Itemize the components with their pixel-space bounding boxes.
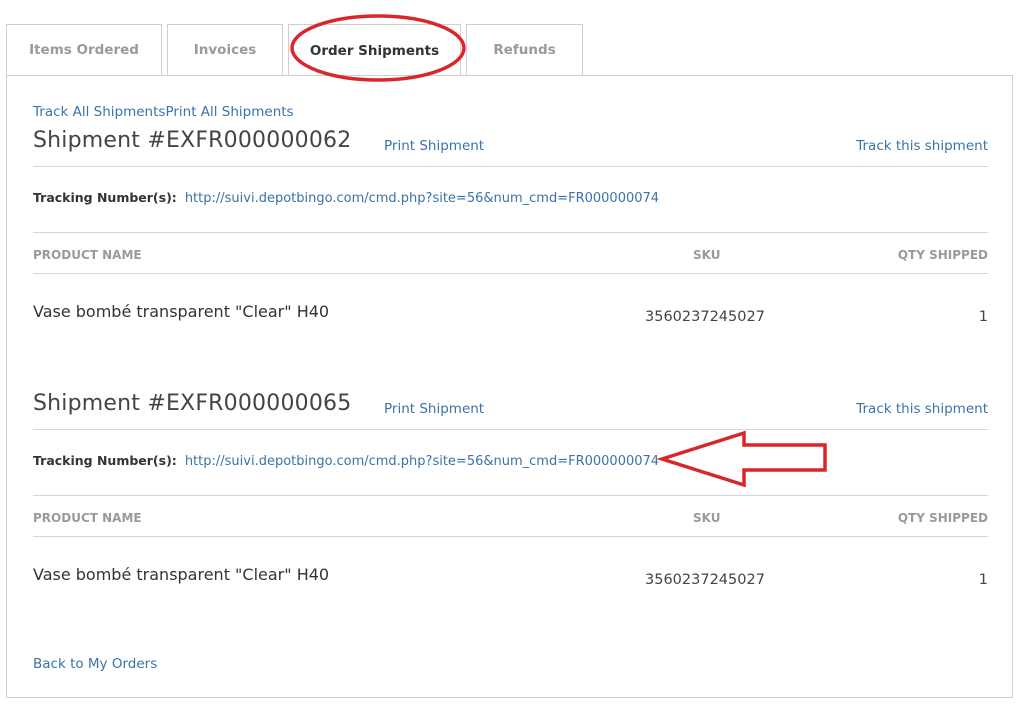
tab-order-shipments[interactable]: Order Shipments <box>288 24 461 76</box>
column-header-product: PRODUCT NAME <box>33 511 142 525</box>
tab-label: Order Shipments <box>309 42 440 59</box>
tracking-row: Tracking Number(s): http://suivi.depotbin… <box>33 190 659 206</box>
tracking-row: Tracking Number(s): http://suivi.depotbin… <box>33 453 659 469</box>
divider <box>33 232 988 233</box>
track-all-shipments-link[interactable]: Track All Shipments <box>33 104 165 120</box>
track-shipment-link[interactable]: Track this shipment <box>856 401 988 417</box>
shipment-title: Shipment #EXFR000000062 <box>33 128 352 153</box>
product-sku: 3560237245027 <box>645 309 765 325</box>
shipments-panel: Track All ShipmentsPrint All Shipments S… <box>6 75 1013 698</box>
tab-items-ordered[interactable]: Items Ordered <box>6 24 162 75</box>
print-all-shipments-link[interactable]: Print All Shipments <box>165 104 293 120</box>
tracking-label: Tracking Number(s): <box>33 453 177 468</box>
qty-shipped: 1 <box>978 572 988 588</box>
divider <box>33 536 988 537</box>
column-header-qty: QTY SHIPPED <box>897 511 988 525</box>
product-name: Vase bombé transparent "Clear" H40 <box>33 565 330 584</box>
column-header-sku: SKU <box>693 248 721 262</box>
divider <box>33 429 988 430</box>
back-to-orders-link[interactable]: Back to My Orders <box>33 656 157 672</box>
track-shipment-link[interactable]: Track this shipment <box>856 138 988 154</box>
shipment-title: Shipment #EXFR000000065 <box>33 391 352 416</box>
product-sku: 3560237245027 <box>645 572 765 588</box>
column-header-sku: SKU <box>693 511 721 525</box>
tab-label: Refunds <box>493 42 556 58</box>
product-name: Vase bombé transparent "Clear" H40 <box>33 302 330 321</box>
tracking-label: Tracking Number(s): <box>33 190 177 205</box>
shipment-block: Shipment #EXFR000000062 Print Shipment T… <box>33 128 988 358</box>
tab-invoices[interactable]: Invoices <box>167 24 283 75</box>
qty-shipped: 1 <box>978 309 988 325</box>
tracking-url-link[interactable]: http://suivi.depotbingo.com/cmd.php?site… <box>185 191 659 206</box>
divider <box>33 166 988 167</box>
shipment-block: Shipment #EXFR000000065 Print Shipment T… <box>33 391 988 621</box>
divider <box>33 273 988 274</box>
column-header-product: PRODUCT NAME <box>33 248 142 262</box>
tab-label: Items Ordered <box>29 42 139 58</box>
column-header-qty: QTY SHIPPED <box>897 248 988 262</box>
top-links: Track All ShipmentsPrint All Shipments <box>33 104 294 120</box>
tab-refunds[interactable]: Refunds <box>466 24 583 75</box>
tracking-url-link[interactable]: http://suivi.depotbingo.com/cmd.php?site… <box>185 454 659 469</box>
print-shipment-link[interactable]: Print Shipment <box>384 138 484 154</box>
divider <box>33 495 988 496</box>
print-shipment-link[interactable]: Print Shipment <box>384 401 484 417</box>
tab-label: Invoices <box>193 42 257 58</box>
